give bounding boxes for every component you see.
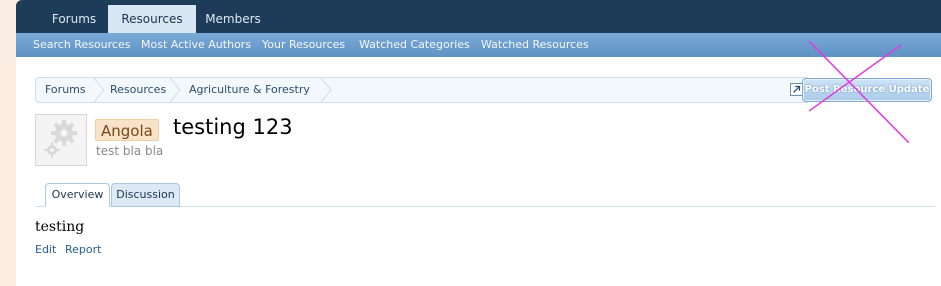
main-content: Forums Resources Agriculture & Forestry … <box>16 41 941 286</box>
resource-title: testing 123 <box>173 115 293 139</box>
tab-overview[interactable]: Overview <box>45 183 110 207</box>
nav-tab-members[interactable]: Members <box>198 5 268 33</box>
resource-prefix-badge[interactable]: Angola <box>95 119 159 141</box>
nav-tab-forums[interactable]: Forums <box>41 5 107 33</box>
breadcrumb-separator-icon <box>93 78 105 102</box>
subnav-search-resources[interactable]: Search Resources <box>33 33 130 57</box>
top-nav: Forums Resources Members <box>16 0 941 33</box>
resource-tagline: test bla bla <box>96 144 164 158</box>
report-link[interactable]: Report <box>65 243 101 256</box>
breadcrumb-separator-icon <box>320 78 332 102</box>
resource-description: testing <box>35 219 85 235</box>
breadcrumb-agriculture-forestry[interactable]: Agriculture & Forestry <box>189 78 310 102</box>
nav-tab-resources[interactable]: Resources <box>108 5 196 33</box>
breadcrumb-forums[interactable]: Forums <box>45 78 86 102</box>
sub-nav: Search Resources Most Active Authors You… <box>16 33 941 57</box>
resource-icon <box>35 114 87 166</box>
subnav-watched-resources[interactable]: Watched Resources <box>481 33 589 57</box>
breadcrumb: Forums Resources Agriculture & Forestry <box>35 77 810 103</box>
post-resource-update-button[interactable]: Post Resource Update <box>802 78 932 102</box>
subnav-most-active-authors[interactable]: Most Active Authors <box>141 33 251 57</box>
tab-discussion[interactable]: Discussion <box>111 183 180 207</box>
breadcrumb-separator-icon <box>169 78 181 102</box>
subnav-watched-categories[interactable]: Watched Categories <box>359 33 470 57</box>
breadcrumb-resources[interactable]: Resources <box>110 78 166 102</box>
gear-icon <box>44 120 77 158</box>
edit-link[interactable]: Edit <box>35 243 56 256</box>
subnav-your-resources[interactable]: Your Resources <box>262 33 345 57</box>
